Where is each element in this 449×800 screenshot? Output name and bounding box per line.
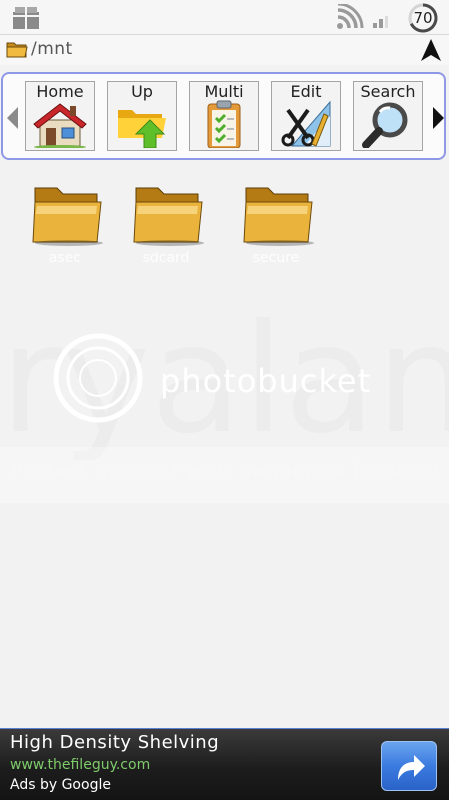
home-button-label: Home [36, 82, 84, 101]
edit-button-label: Edit [290, 82, 322, 101]
ad-banner[interactable]: High Density Shelving www.thefileguy.com… [0, 728, 449, 800]
folder-name: secure [252, 250, 300, 266]
multi-button-label: Multi [204, 82, 244, 101]
folder-icon [243, 187, 314, 246]
watermark-logo-icon [53, 333, 143, 423]
multi-button[interactable]: Multi [189, 81, 259, 151]
folder-icon [6, 42, 28, 58]
up-arrow-icon[interactable] [420, 38, 442, 62]
ad-open-button[interactable] [381, 741, 437, 791]
folder-up-icon [118, 110, 166, 148]
scroll-left-icon[interactable] [7, 107, 19, 129]
current-path[interactable]: /mnt [31, 39, 73, 59]
wifi-icon [337, 4, 364, 29]
scroll-right-icon[interactable] [432, 107, 444, 129]
folder-item-asec[interactable]: asec [15, 180, 115, 280]
edit-button[interactable]: Edit [271, 81, 341, 151]
up-button-label: Up [131, 82, 153, 101]
search-button[interactable]: Search [353, 81, 423, 151]
ad-title[interactable]: High Density Shelving [10, 732, 219, 753]
share-arrow-icon [398, 755, 425, 780]
notification-box-icon [13, 7, 39, 29]
watermark-logo: photobucket [160, 362, 372, 400]
folder-item-sdcard[interactable]: sdcard [116, 180, 216, 280]
home-button[interactable]: Home [25, 81, 95, 151]
folder-name: sdcard [142, 250, 190, 266]
house-icon [33, 103, 87, 148]
magnifier-icon [362, 102, 408, 148]
clipboard-check-icon [207, 100, 241, 148]
folder-name: asec [48, 250, 82, 266]
folder-icon [133, 187, 204, 246]
signal-icon [373, 16, 388, 28]
edit-tools-icon [281, 100, 331, 147]
up-button[interactable]: Up [107, 81, 177, 151]
folder-icon [32, 187, 103, 246]
search-button-label: Search [360, 82, 416, 101]
battery-level: 70 [413, 9, 433, 27]
ad-url[interactable]: www.thefileguy.com [10, 757, 150, 773]
path-bar: /mnt [0, 35, 449, 65]
folder-item-secure[interactable]: secure [226, 180, 326, 280]
toolbar: Home Up Multi Edit Search [1, 72, 446, 160]
status-bar: 70 [0, 0, 449, 34]
watermark-tagline: Protect more of your memories for less! [9, 460, 440, 482]
ad-byline: Ads by Google [10, 777, 111, 793]
